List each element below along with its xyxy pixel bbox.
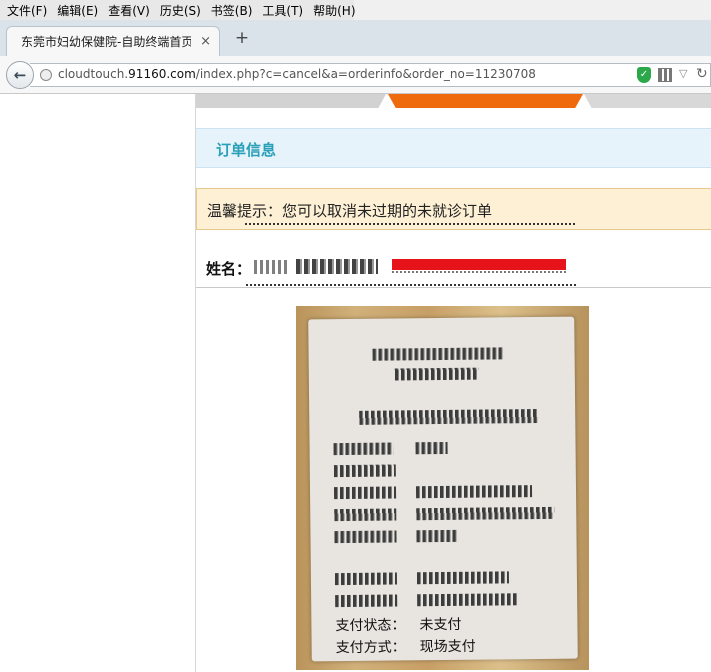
- step-active: [388, 94, 583, 108]
- payment-method-value: 现场支付: [419, 638, 476, 656]
- blurred-receipt-title: [394, 367, 479, 381]
- menu-history[interactable]: 历史(S): [155, 2, 206, 19]
- blurred-field-label: [333, 442, 394, 456]
- navigation-bar: cloudtouch.91160.com/index.php?c=cancel&…: [0, 56, 711, 94]
- active-tab[interactable]: 东莞市妇幼保健院-自助终端首页 ×: [6, 26, 220, 56]
- order-info-title: 订单信息: [216, 141, 277, 159]
- content-left-border: [195, 94, 196, 672]
- url-dropdown-icon[interactable]: ▽: [679, 67, 687, 80]
- menu-bookmarks[interactable]: 书签(B): [206, 2, 258, 19]
- notice-box: 温馨提示：您可以取消未过期的未就诊订单: [196, 188, 711, 230]
- blurred-field-label: [333, 486, 397, 500]
- blurred-field-value: [415, 485, 533, 499]
- tab-title: 东莞市妇幼保健院-自助终端首页: [21, 35, 191, 49]
- notice-text: 温馨提示：您可以取消未过期的未就诊订单: [207, 202, 493, 220]
- blurred-field-label: [334, 572, 397, 586]
- blurred-visit-date: [416, 571, 509, 585]
- address-bar[interactable]: cloudtouch.91160.com/index.php?c=cancel&…: [30, 63, 711, 87]
- blurred-hospital-name: [372, 347, 503, 361]
- security-shield-icon[interactable]: ✓: [637, 67, 651, 83]
- patient-row: 姓名：: [196, 244, 711, 288]
- blurred-field-label: [334, 508, 397, 522]
- menu-help[interactable]: 帮助(H): [308, 2, 360, 19]
- reload-icon[interactable]: ↻: [696, 66, 708, 82]
- blurred-field-label: [334, 530, 397, 544]
- receipt-paper: 支付状态： 未支付 支付方式： 现场支付: [308, 316, 578, 662]
- ticket-photo: 支付状态： 未支付 支付方式： 现场支付: [296, 306, 589, 670]
- payment-status-label: 支付状态：: [335, 617, 406, 635]
- blurred-order-number: [359, 409, 538, 425]
- progress-steps: [196, 94, 711, 108]
- menu-bar: 文件(F) 编辑(E) 查看(V) 历史(S) 书签(B) 工具(T) 帮助(H…: [0, 0, 711, 20]
- page-content: 订单信息 温馨提示：您可以取消未过期的未就诊订单 姓名： 支付状态： 未支付 支…: [0, 94, 711, 672]
- blurred-field-label: [335, 594, 398, 608]
- qr-code-icon[interactable]: [658, 68, 672, 82]
- blurred-field-value: [416, 506, 555, 521]
- url-prefix: cloudtouch.: [58, 67, 129, 81]
- blurred-field-label: [333, 464, 396, 478]
- url-text[interactable]: cloudtouch.91160.com/index.php?c=cancel&…: [58, 67, 536, 81]
- menu-items: 文件(F) 编辑(E) 查看(V) 历史(S) 书签(B) 工具(T) 帮助(H…: [0, 0, 356, 20]
- globe-icon: [40, 69, 52, 81]
- step-pending: [584, 94, 711, 108]
- menu-file[interactable]: 文件(F): [2, 2, 52, 19]
- name-dotted-underline: [246, 284, 576, 286]
- order-info-header: 订单信息: [196, 128, 711, 168]
- close-tab-icon[interactable]: ×: [200, 34, 211, 49]
- payment-status-value: 未支付: [419, 616, 462, 634]
- step-completed: [196, 94, 386, 108]
- blurred-visit-time: [417, 593, 518, 607]
- back-arrow-icon: ←: [13, 66, 27, 84]
- tab-strip: 东莞市妇幼保健院-自助终端首页 × +: [0, 20, 711, 56]
- blurred-field-value: [415, 441, 448, 455]
- blurred-id-label: [296, 259, 378, 274]
- blurred-patient-name: [254, 260, 290, 274]
- menu-view[interactable]: 查看(V): [103, 2, 155, 19]
- name-label: 姓名：: [206, 260, 252, 278]
- menu-edit[interactable]: 编辑(E): [52, 2, 103, 19]
- payment-method-label: 支付方式：: [335, 639, 406, 657]
- blurred-field-value: [416, 529, 459, 543]
- url-path: /index.php?c=cancel&a=orderinfo&order_no…: [195, 67, 536, 81]
- redaction-dotted-line: [392, 271, 566, 273]
- redacted-id-number: [392, 259, 566, 270]
- back-button[interactable]: ←: [6, 61, 34, 89]
- url-domain: 91160.com: [128, 67, 196, 81]
- new-tab-button[interactable]: +: [232, 28, 252, 48]
- menu-tools[interactable]: 工具(T): [257, 2, 308, 19]
- notice-dotted-underline: [245, 223, 575, 225]
